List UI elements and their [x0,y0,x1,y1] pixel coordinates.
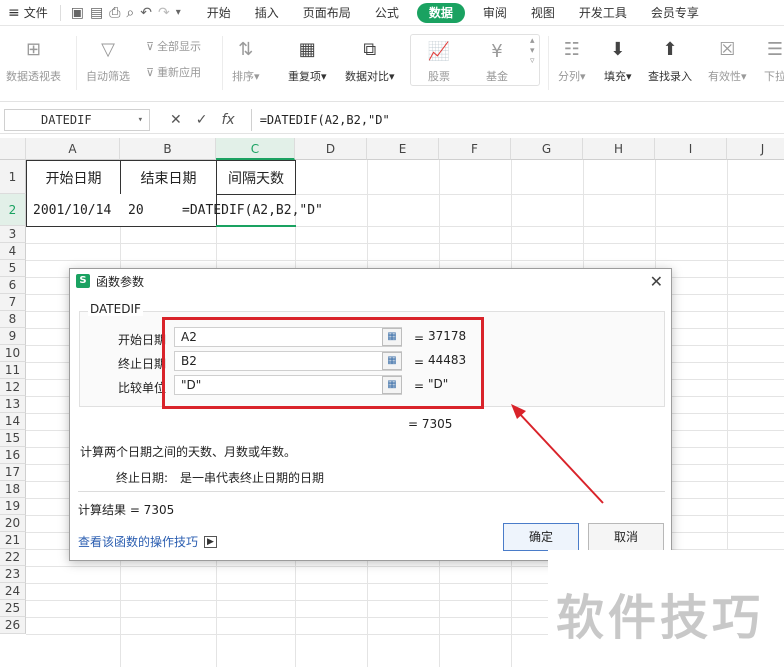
watermark: 软件技巧 [556,590,765,646]
spreadsheet-app: ≡ 文件 ▣ ▤ ⎙ ⌕ ↶ ↷ ▾ 开始 插入 页面布局 公式 数据 审阅 视… [0,0,784,667]
arrow-shaft [517,411,604,504]
